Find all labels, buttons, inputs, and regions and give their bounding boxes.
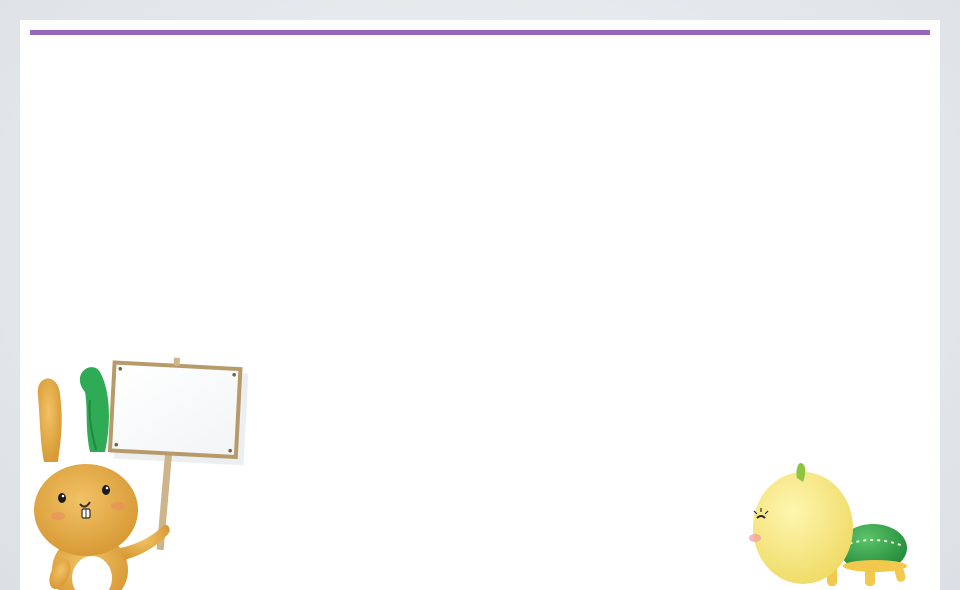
lemon-turtle-mascot-icon bbox=[749, 462, 907, 586]
slide-card bbox=[20, 20, 940, 590]
title-accent-bar bbox=[30, 30, 930, 35]
slide-content-area bbox=[30, 44, 930, 344]
rabbit-mascot-icon bbox=[34, 357, 249, 590]
